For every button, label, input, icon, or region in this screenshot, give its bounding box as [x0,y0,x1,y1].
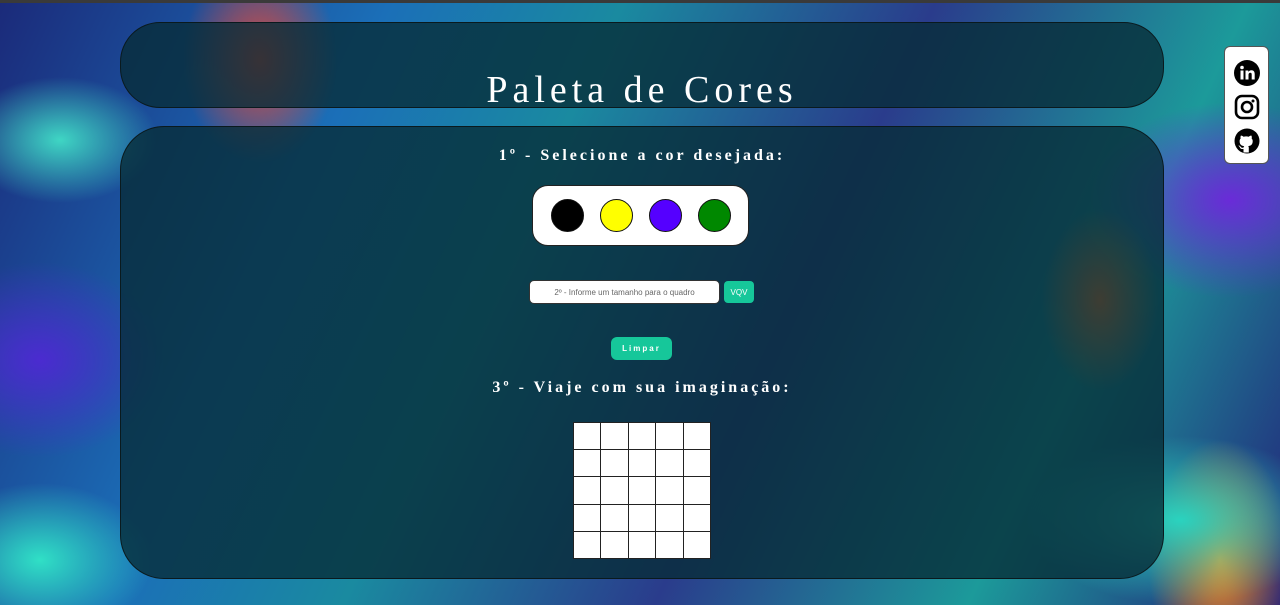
color-palette [532,185,749,246]
step-select-color-label: 1º - Selecione a cor desejada: [498,147,786,164]
pixel-cell[interactable] [574,504,601,531]
header-panel: Paleta de Cores [120,22,1164,111]
pixel-cell[interactable] [574,423,601,450]
color-swatch-yellow[interactable] [600,199,633,232]
pixel-cell[interactable] [601,450,628,477]
pixel-cell[interactable] [601,504,628,531]
linkedin-icon[interactable] [1234,60,1260,86]
pixel-cell[interactable] [601,423,628,450]
pixel-cell[interactable] [628,504,656,531]
pixel-cell[interactable] [656,504,683,531]
pixel-board [573,422,711,559]
pixel-cell[interactable] [628,531,656,558]
pixel-cell[interactable] [683,477,710,504]
color-swatch-purple[interactable] [649,199,682,232]
step-travel-label: 3º - Viaje com sua imaginação: [492,379,792,396]
pixel-cell[interactable] [683,504,710,531]
pixel-cell[interactable] [574,531,601,558]
pixel-cell[interactable] [656,423,683,450]
pixel-cell[interactable] [683,423,710,450]
pixel-cell[interactable] [656,477,683,504]
pixel-cell[interactable] [683,450,710,477]
social-links [1224,46,1269,164]
color-swatch-green[interactable] [698,199,731,232]
pixel-cell[interactable] [628,423,656,450]
pixel-cell[interactable] [574,477,601,504]
github-icon[interactable] [1234,128,1260,154]
pixel-cell[interactable] [656,450,683,477]
clear-board-button[interactable]: Limpar [611,337,672,360]
pixel-cell[interactable] [628,450,656,477]
instagram-icon[interactable] [1234,94,1260,120]
page-title: Paleta de Cores [486,69,798,112]
board-size-input[interactable] [529,280,720,304]
pixel-cell[interactable] [656,531,683,558]
pixel-cell[interactable] [601,531,628,558]
pixel-cell[interactable] [574,450,601,477]
pixel-cell[interactable] [601,477,628,504]
pixel-cell[interactable] [628,477,656,504]
color-swatch-black[interactable] [551,199,584,232]
main-panel: 1º - Selecione a cor desejada: VQV Limpa… [120,126,1164,579]
pixel-cell[interactable] [683,531,710,558]
top-strip [0,0,1280,3]
generate-board-button[interactable]: VQV [724,281,754,303]
